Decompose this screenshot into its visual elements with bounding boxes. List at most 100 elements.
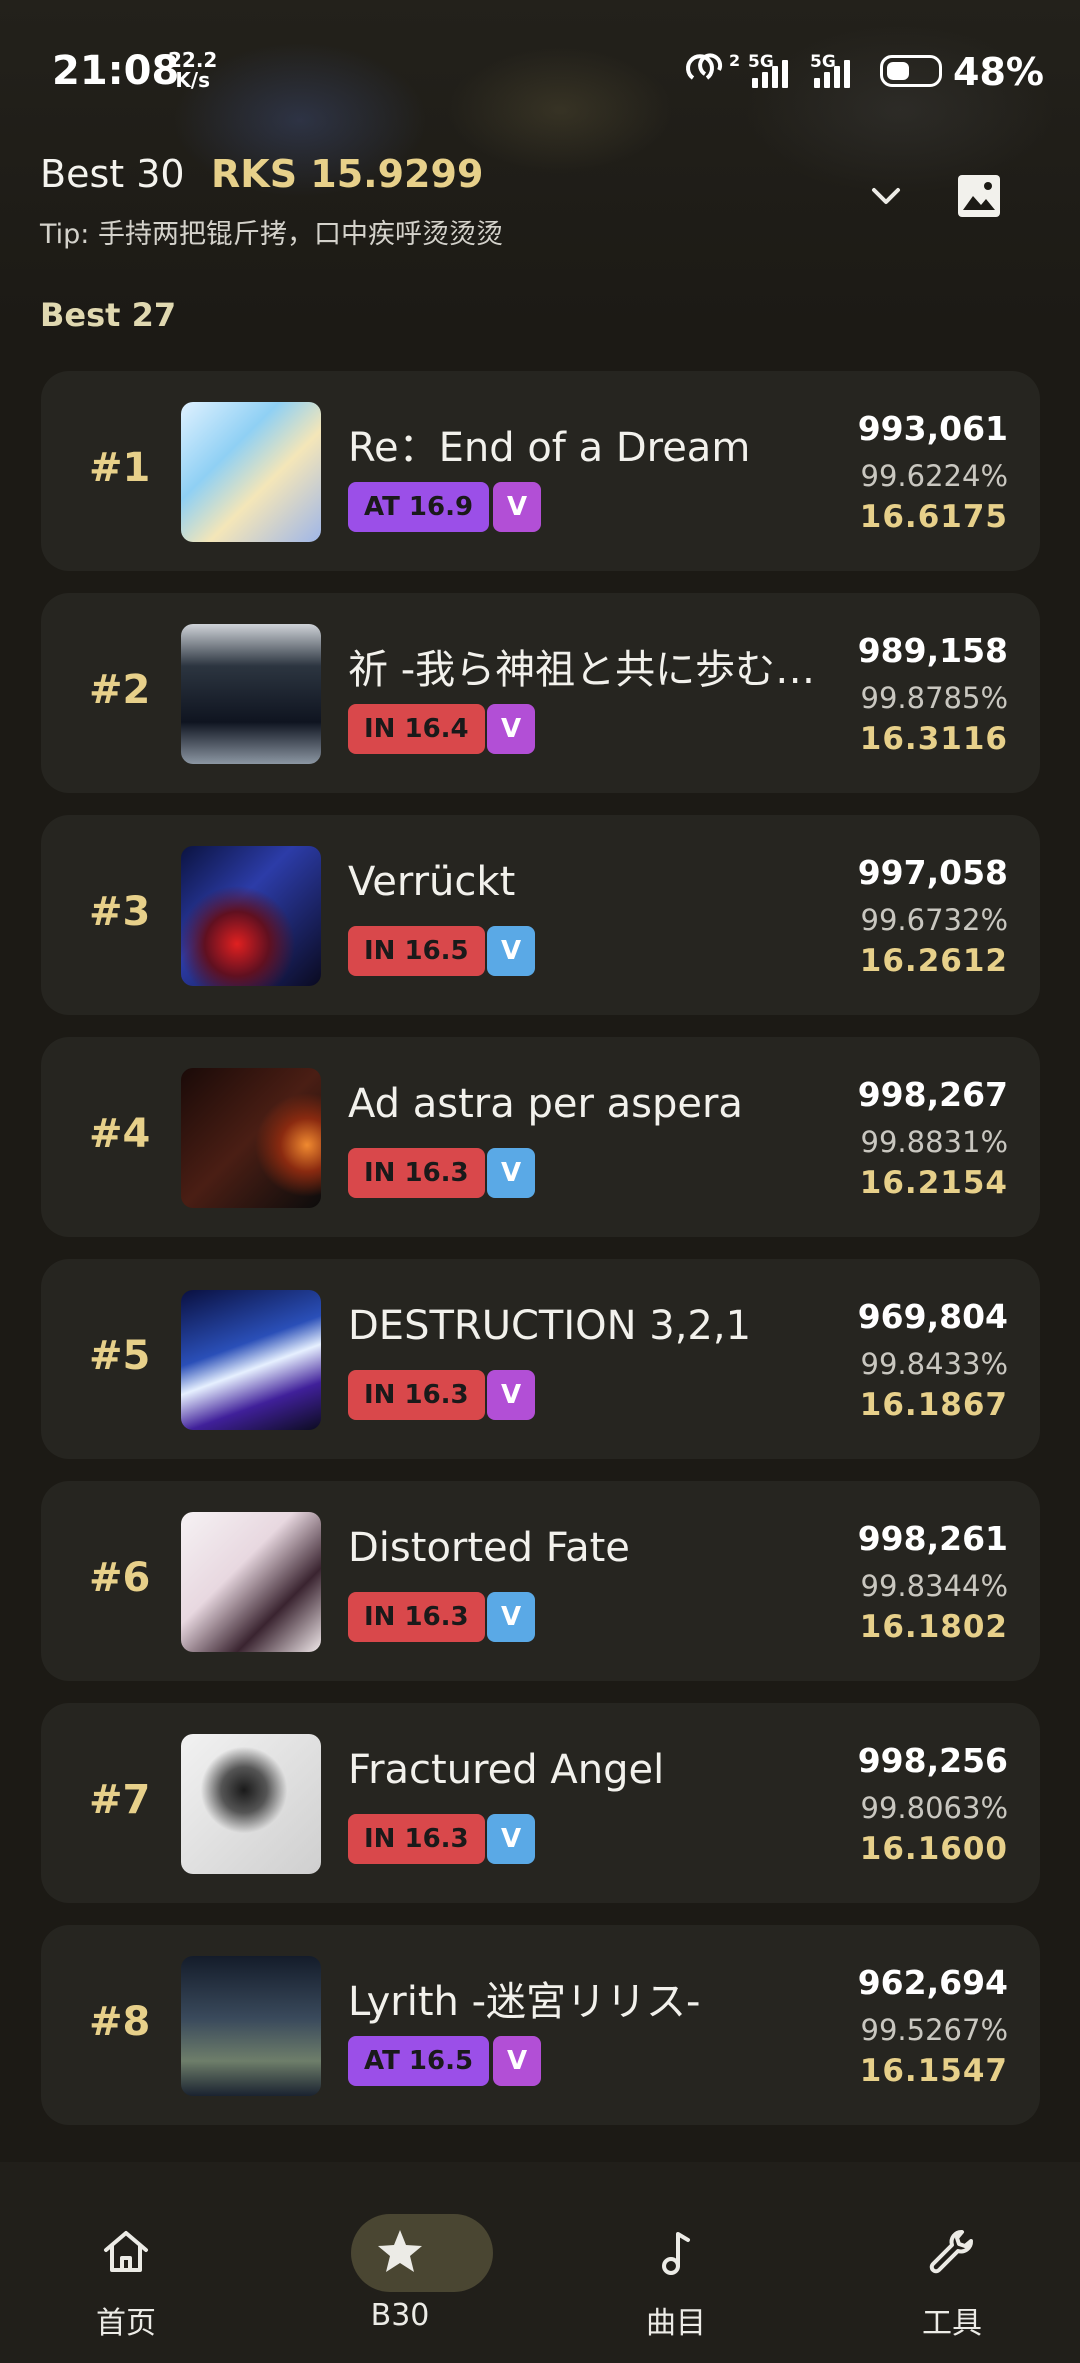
song-cover bbox=[181, 402, 321, 542]
network-speed-value: 22.2 bbox=[168, 48, 218, 72]
song-rank: #5 bbox=[89, 1333, 151, 1379]
wrench-icon bbox=[929, 2230, 973, 2274]
hotspot-icon: 2 bbox=[686, 52, 740, 80]
song-cover bbox=[181, 1734, 321, 1874]
chevron-down-icon[interactable] bbox=[868, 178, 904, 214]
battery-percent: 48% bbox=[953, 50, 1044, 94]
difficulty-badge: AT 16.9 bbox=[348, 482, 490, 532]
song-score: 998,267 bbox=[857, 1075, 1008, 1114]
song-rank: #7 bbox=[89, 1777, 151, 1823]
page-title: Best 30 bbox=[40, 152, 185, 196]
star-icon bbox=[378, 2230, 422, 2272]
svg-text:2: 2 bbox=[729, 52, 740, 70]
network-speed: 22.2 K/s bbox=[168, 50, 217, 90]
song-card[interactable]: #2 祈 -我ら神祖と共に歩む者なり- IN 16.4V 989,158 99.8785… bbox=[41, 593, 1040, 793]
song-rks: 16.3116 bbox=[859, 721, 1008, 757]
music-note-icon bbox=[662, 2232, 690, 2275]
difficulty-badge: IN 16.5 bbox=[348, 926, 485, 976]
song-title: Fractured Angel bbox=[348, 1747, 665, 1793]
song-rank: #6 bbox=[89, 1555, 151, 1601]
song-accuracy: 99.6224% bbox=[860, 459, 1008, 493]
song-rks: 16.1600 bbox=[859, 1831, 1008, 1867]
song-score: 998,256 bbox=[857, 1741, 1008, 1780]
song-accuracy: 99.8433% bbox=[860, 1347, 1008, 1381]
song-score: 969,804 bbox=[857, 1297, 1008, 1336]
difficulty-badge: AT 16.5 bbox=[348, 2036, 490, 2086]
song-cover bbox=[181, 1068, 321, 1208]
rks-total: RKS 15.9299 bbox=[211, 152, 484, 196]
rating-badge: V bbox=[487, 1592, 535, 1642]
song-title: Ad astra per aspera bbox=[348, 1081, 743, 1127]
difficulty-badge: IN 16.3 bbox=[348, 1592, 485, 1642]
nav-item-b30[interactable]: B30 bbox=[300, 2192, 500, 2333]
nav-label-songs: 曲目 bbox=[646, 2306, 706, 2341]
nav-item-home[interactable]: 首页 bbox=[26, 2192, 226, 2341]
song-accuracy: 99.8831% bbox=[860, 1125, 1008, 1159]
signal-icon-1 bbox=[752, 56, 788, 88]
song-cover bbox=[181, 624, 321, 764]
rating-badge: V bbox=[493, 2036, 541, 2086]
song-rank: #8 bbox=[89, 1999, 151, 2045]
nav-item-tools[interactable]: 工具 bbox=[852, 2192, 1052, 2341]
best-list: #1 Re：End of a Dream AT 16.9 V 993,061 99.622… bbox=[41, 371, 1040, 2147]
tip-text: Tip: 手持两把锟斤拷，口中疾呼烫烫烫 bbox=[40, 219, 503, 250]
song-accuracy: 99.8063% bbox=[860, 1791, 1008, 1825]
song-accuracy: 99.8785% bbox=[860, 681, 1008, 715]
rating-badge: V bbox=[487, 704, 535, 754]
song-cover bbox=[181, 846, 321, 986]
song-rks: 16.1547 bbox=[859, 2053, 1008, 2089]
song-score: 998,261 bbox=[857, 1519, 1008, 1558]
song-title: Verrückt bbox=[348, 859, 516, 905]
difficulty-badge: IN 16.3 bbox=[348, 1148, 485, 1198]
song-rank: #1 bbox=[89, 445, 151, 491]
bottom-nav: 首页 B30 曲目 工具 bbox=[0, 2162, 1080, 2363]
rating-badge: V bbox=[487, 1370, 535, 1420]
song-score: 989,158 bbox=[857, 631, 1008, 670]
song-rank: #4 bbox=[89, 1111, 151, 1157]
rating-badge: V bbox=[493, 482, 541, 532]
rating-badge: V bbox=[487, 926, 535, 976]
nav-item-songs[interactable]: 曲目 bbox=[576, 2192, 776, 2341]
home-icon bbox=[104, 2231, 148, 2272]
song-score: 962,694 bbox=[857, 1963, 1008, 2002]
song-accuracy: 99.8344% bbox=[860, 1569, 1008, 1603]
rating-badge: V bbox=[487, 1148, 535, 1198]
difficulty-badge: IN 16.3 bbox=[348, 1814, 485, 1864]
status-time: 21:08 bbox=[52, 48, 180, 94]
song-accuracy: 99.5267% bbox=[860, 2013, 1008, 2047]
song-card[interactable]: #8 Lyrith -迷宮リリス- AT 16.5 V 962,694 99.5267% 1… bbox=[41, 1925, 1040, 2125]
network-speed-unit: K/s bbox=[175, 68, 211, 92]
song-score: 993,061 bbox=[857, 409, 1008, 448]
song-rks: 16.2154 bbox=[859, 1165, 1008, 1201]
song-rank: #3 bbox=[89, 889, 151, 935]
song-rks: 16.6175 bbox=[859, 499, 1008, 535]
song-title: Re：End of a Dream bbox=[348, 425, 751, 471]
nav-label-tools: 工具 bbox=[922, 2306, 982, 2341]
song-card[interactable]: #3 Verrückt IN 16.5 V 997,058 99.6732% 16.2612 bbox=[41, 815, 1040, 1015]
song-card[interactable]: #7 Fractured Angel IN 16.3 V 998,256 99.8063%… bbox=[41, 1703, 1040, 1903]
song-score: 997,058 bbox=[857, 853, 1008, 892]
song-cover bbox=[181, 1512, 321, 1652]
section-label: Best 27 bbox=[40, 296, 177, 334]
rating-badge: V bbox=[487, 1814, 535, 1864]
song-card[interactable]: #4 Ad astra per aspera IN 16.3 V 998,267 99.8… bbox=[41, 1037, 1040, 1237]
song-title: Lyrith -迷宮リリス- bbox=[348, 1979, 701, 2025]
song-card[interactable]: #1 Re：End of a Dream AT 16.9 V 993,061 99.622… bbox=[41, 371, 1040, 571]
status-bar: 21:08 22.2 K/s 2 5G 5G 48% bbox=[0, 0, 1080, 140]
song-card[interactable]: #6 Distorted Fate IN 16.3 V 998,261 99.8344% 1… bbox=[41, 1481, 1040, 1681]
song-title: Distorted Fate bbox=[348, 1525, 630, 1571]
song-title: DESTRUCTION 3,2,1 bbox=[348, 1303, 752, 1349]
battery-icon bbox=[880, 55, 942, 87]
song-rks: 16.1867 bbox=[859, 1387, 1008, 1423]
song-rks: 16.2612 bbox=[859, 943, 1008, 979]
image-export-icon[interactable] bbox=[955, 172, 1003, 220]
song-accuracy: 99.6732% bbox=[860, 903, 1008, 937]
difficulty-badge: IN 16.4 bbox=[348, 704, 485, 754]
song-card[interactable]: #5 DESTRUCTION 3,2,1 IN 16.3 V 969,804 99.843… bbox=[41, 1259, 1040, 1459]
song-title: 祈 -我ら神祖と共に歩む者なり- bbox=[348, 647, 828, 693]
song-cover bbox=[181, 1956, 321, 2096]
song-rks: 16.1802 bbox=[859, 1609, 1008, 1645]
signal-icon-2 bbox=[814, 56, 850, 88]
song-rank: #2 bbox=[89, 667, 151, 713]
song-cover bbox=[181, 1290, 321, 1430]
